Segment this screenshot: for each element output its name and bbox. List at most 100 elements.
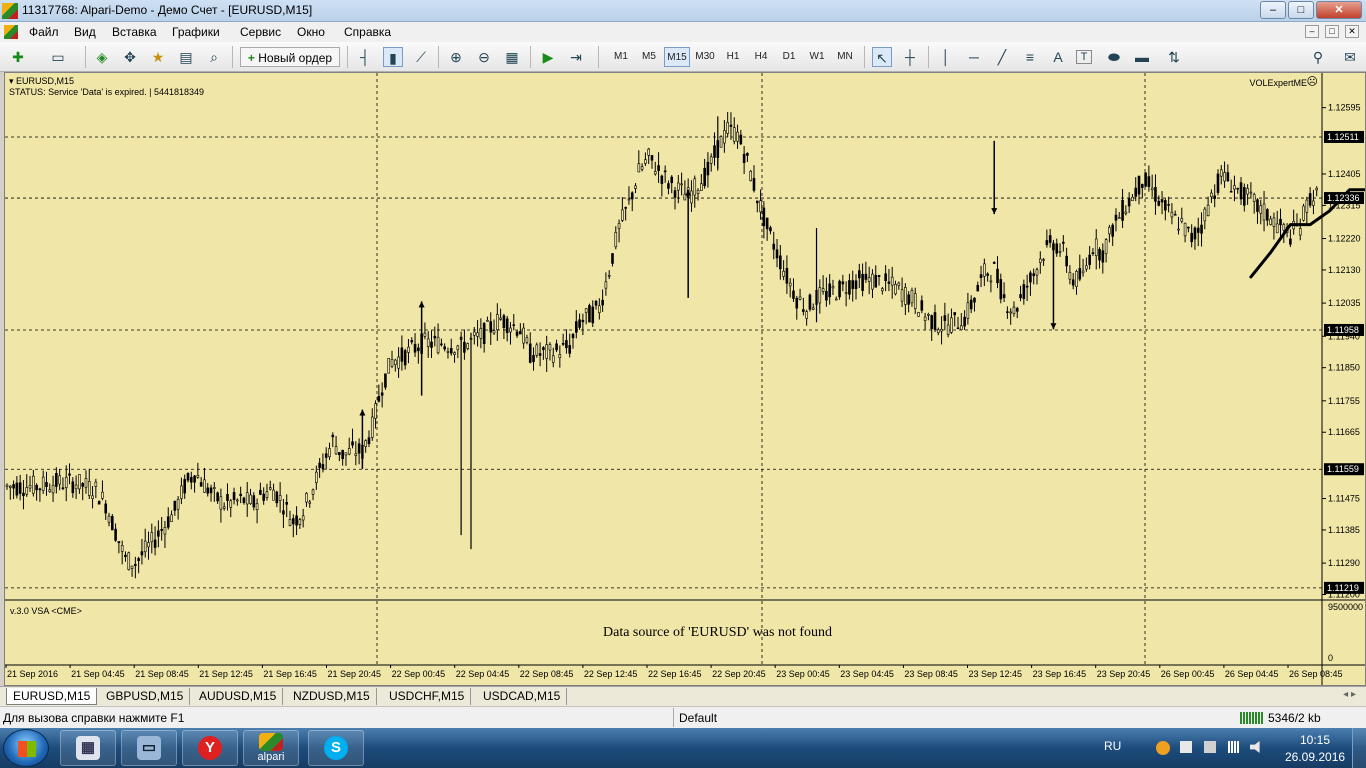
candle-body — [759, 200, 762, 213]
timeframe-m1[interactable]: M1 — [608, 47, 634, 67]
chart-shift-icon[interactable]: ⇥ — [566, 47, 586, 67]
menu-view[interactable]: Вид — [74, 25, 96, 39]
timeframe-m15[interactable]: M15 — [664, 47, 690, 67]
horizontal-line-icon[interactable]: ─ — [964, 47, 984, 67]
maximize-button[interactable]: □ — [1288, 1, 1314, 19]
timeframe-mn[interactable]: MN — [832, 47, 858, 67]
timeframe-h1[interactable]: H1 — [720, 47, 746, 67]
chart-window[interactable]: 1.12595 1.12405 1.12315 1.12220 1.12130 1.120… — [4, 72, 1366, 686]
candle-body — [364, 440, 367, 447]
tab-usdchf[interactable]: USDCHF,M15 — [383, 688, 472, 705]
network-icon[interactable] — [1228, 741, 1240, 753]
strategy-tester-icon[interactable]: ⌕ — [204, 47, 224, 67]
volume-icon[interactable] — [1250, 741, 1260, 753]
text-icon[interactable]: A — [1048, 47, 1068, 67]
tab-nzdusd[interactable]: NZDUSD,M15 — [287, 688, 377, 705]
candle-body — [87, 481, 91, 496]
candle-body — [940, 328, 943, 332]
candle-body — [634, 185, 637, 189]
candle-body — [512, 324, 516, 326]
navigator-icon[interactable]: ✥ — [120, 47, 140, 67]
menu-file[interactable]: Файл — [29, 25, 59, 39]
fibonacci-icon[interactable]: ≡ — [1020, 47, 1040, 67]
menu-insert[interactable]: Вставка — [112, 25, 157, 39]
device-icon[interactable] — [1204, 741, 1216, 753]
tab-eurusd[interactable]: EURUSD,M15 — [6, 688, 98, 705]
menu-window[interactable]: Окно — [297, 25, 325, 39]
candle-body — [749, 171, 753, 181]
crosshair-icon[interactable]: ┼ — [900, 47, 920, 67]
taskbar-alpari[interactable]: alpari — [243, 730, 299, 766]
close-button[interactable]: ✕ — [1316, 1, 1362, 19]
menu-charts[interactable]: Графики — [172, 25, 220, 39]
time-tick-label: 23 Sep 12:45 — [969, 669, 1023, 679]
market-watch-icon[interactable]: ◈ — [92, 47, 112, 67]
taskbar-calculator[interactable]: ▦ — [60, 730, 116, 766]
language-indicator[interactable]: RU — [1104, 739, 1121, 753]
price-chart[interactable]: 1.125951.124051.123151.122201.121301.120… — [5, 73, 1365, 685]
timeframe-d1[interactable]: D1 — [776, 47, 802, 67]
minimize-button[interactable]: – — [1260, 1, 1286, 19]
rectangle-icon[interactable]: ▬ — [1132, 47, 1152, 67]
taskbar-yandex[interactable]: Y — [182, 730, 238, 766]
line-chart-icon[interactable]: ⟋ — [411, 47, 431, 67]
candle-body — [259, 489, 262, 495]
candle-body — [436, 336, 440, 354]
bar-chart-icon[interactable]: ┤ — [355, 47, 375, 67]
clock-time[interactable]: 10:15 — [1300, 733, 1330, 747]
mdi-minimize-button[interactable]: – — [1305, 25, 1319, 38]
start-button[interactable] — [3, 729, 49, 767]
text-label-icon[interactable]: T — [1076, 50, 1092, 64]
candle-body — [268, 487, 272, 490]
notification-icon[interactable] — [1156, 741, 1170, 755]
candle-body — [1259, 205, 1263, 214]
new-chart-icon[interactable]: ✚ — [8, 47, 28, 67]
tile-windows-icon[interactable]: ▦ — [502, 47, 522, 67]
candlestick-icon[interactable]: ▮ — [383, 47, 403, 67]
cursor-icon[interactable]: ↖ — [872, 47, 892, 67]
taskbar-skype[interactable]: S — [308, 730, 364, 766]
timeframe-h4[interactable]: H4 — [748, 47, 774, 67]
candle-body — [1085, 265, 1088, 270]
mdi-close-button[interactable]: ✕ — [1345, 25, 1359, 38]
timeframe-w1[interactable]: W1 — [804, 47, 830, 67]
candle-body — [1022, 284, 1026, 299]
ellipse-icon[interactable]: ⬬ — [1104, 47, 1124, 67]
flag-icon[interactable] — [1180, 741, 1192, 753]
candle-body — [772, 243, 776, 250]
tab-usdcad[interactable]: USDCAD,M15 — [477, 688, 568, 705]
candle-body — [48, 489, 52, 492]
timeframe-m30[interactable]: M30 — [692, 47, 718, 67]
tab-audusd[interactable]: AUDUSD,M15 — [193, 688, 284, 705]
autoscroll-icon[interactable]: ▶ — [538, 47, 558, 67]
candle-body — [222, 506, 226, 509]
timeframe-m5[interactable]: M5 — [636, 47, 662, 67]
arrows-icon[interactable]: ⇅ — [1164, 47, 1184, 67]
profiles-icon[interactable]: ▭ — [48, 47, 68, 67]
terminal-icon[interactable]: ▤ — [176, 47, 196, 67]
candle-body — [28, 484, 32, 489]
search-icon[interactable]: ⚲ — [1308, 47, 1328, 67]
trendline-icon[interactable]: ╱ — [992, 47, 1012, 67]
candle-body — [640, 166, 644, 170]
tab-scroll-arrows[interactable]: ◂ ▸ — [1343, 689, 1356, 700]
menu-help[interactable]: Справка — [344, 25, 391, 39]
zoom-in-icon[interactable]: ⊕ — [446, 47, 466, 67]
expert-smiley-icon[interactable]: ☹ — [1307, 77, 1318, 88]
tab-gbpusd[interactable]: GBPUSD,M15 — [100, 688, 191, 705]
chat-icon[interactable]: ✉ — [1340, 47, 1360, 67]
show-desktop-button[interactable] — [1352, 728, 1366, 768]
zoom-out-icon[interactable]: ⊖ — [474, 47, 494, 67]
menu-bar: Файл Вид Вставка Графики Сервис Окно Спр… — [0, 22, 1366, 42]
clock-date[interactable]: 26.09.2016 — [1285, 750, 1345, 764]
connection-status-icon[interactable] — [1240, 712, 1264, 724]
menu-tools[interactable]: Сервис — [240, 25, 281, 39]
mdi-restore-button[interactable]: □ — [1325, 25, 1339, 38]
new-order-button[interactable]: + Новый ордер — [240, 47, 340, 67]
data-window-icon[interactable]: ★ — [148, 47, 168, 67]
expert-advisor-label[interactable]: VOLExpertME — [1249, 78, 1307, 88]
vertical-line-icon[interactable]: │ — [936, 47, 956, 67]
taskbar-computer[interactable]: ▭ — [121, 730, 177, 766]
candle-body — [305, 493, 308, 503]
profile-name[interactable]: Default — [673, 708, 722, 727]
